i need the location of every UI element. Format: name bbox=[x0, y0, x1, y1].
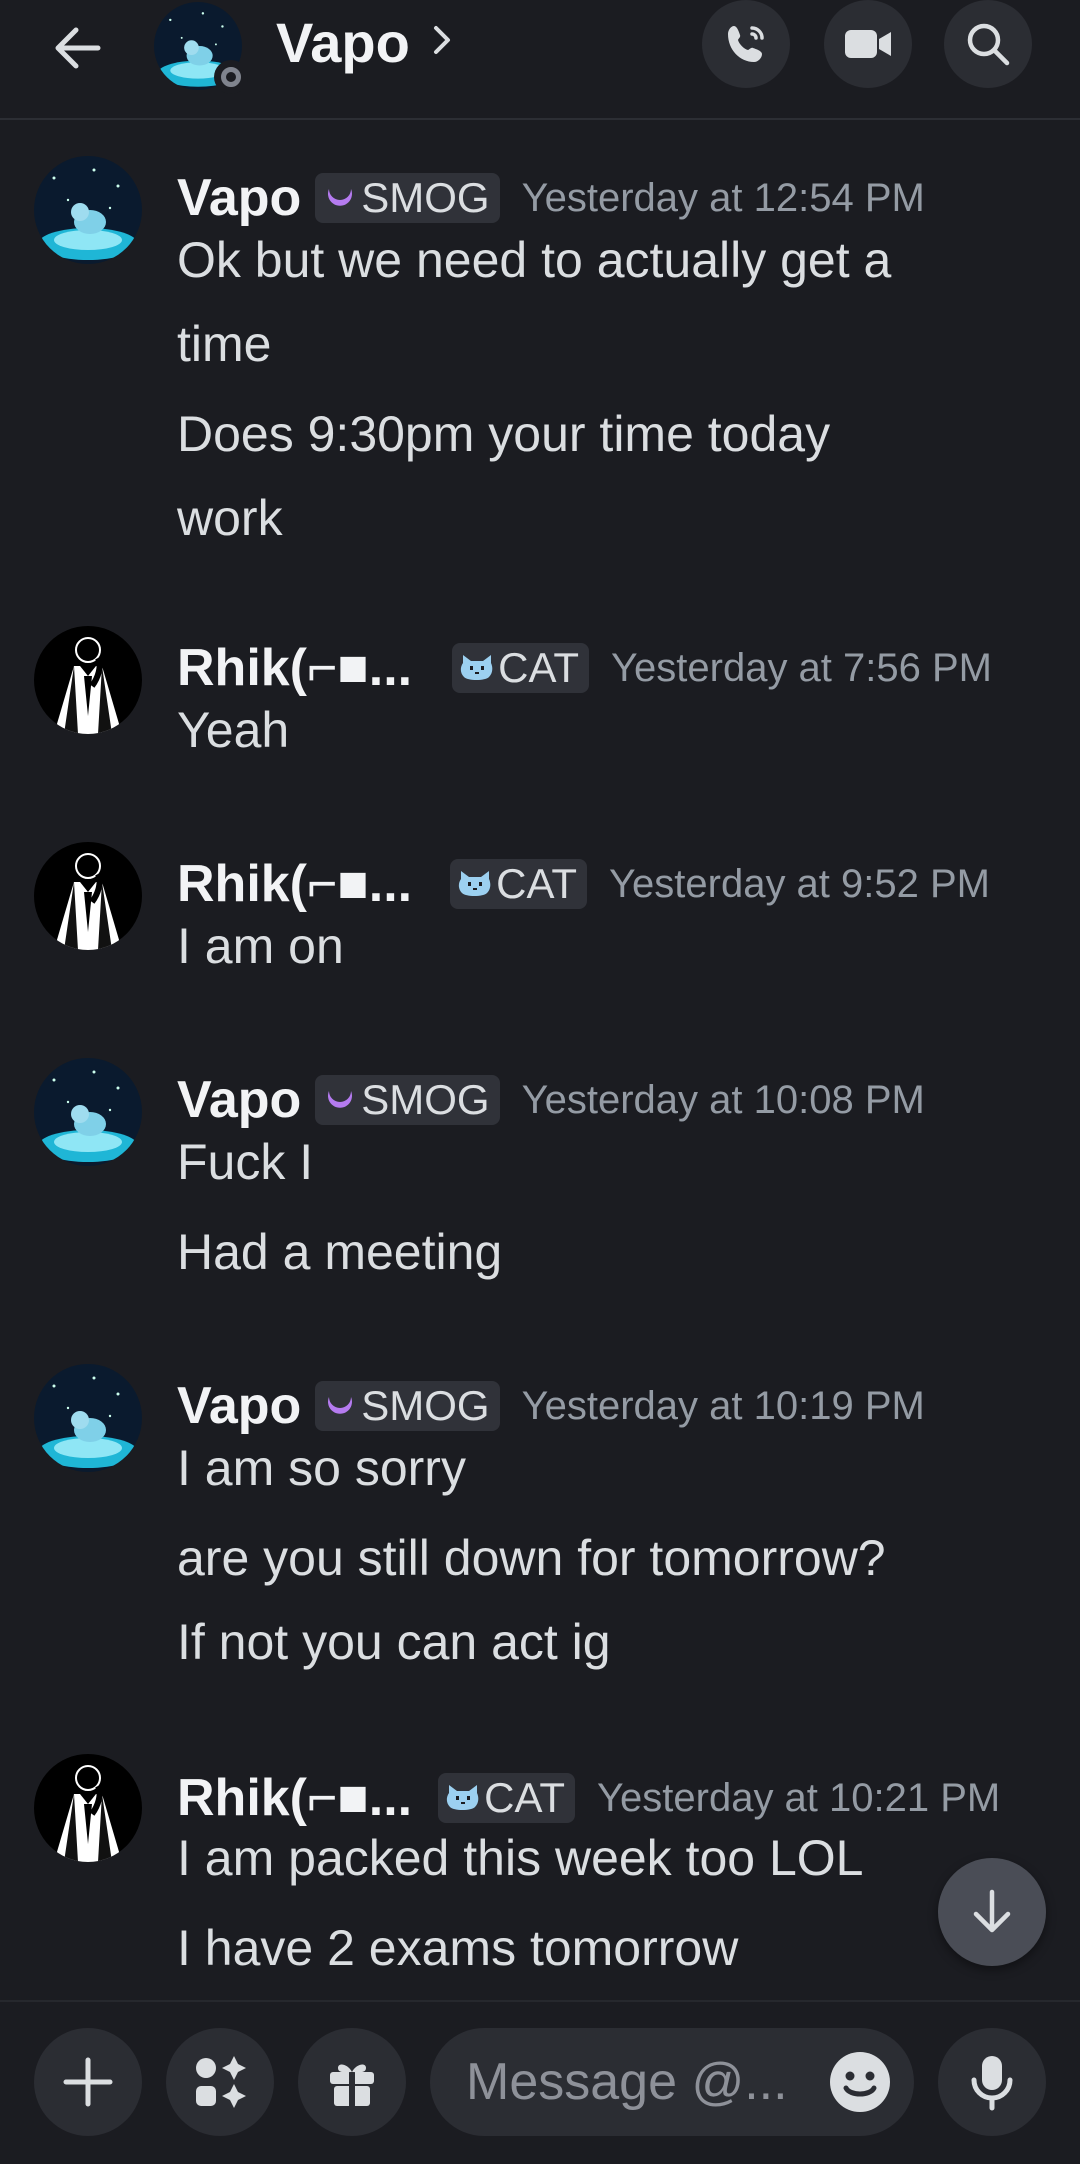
purple-moon-icon bbox=[323, 1389, 357, 1423]
message-text: Ok but we need to actually get a bbox=[177, 232, 892, 288]
video-camera-icon bbox=[845, 30, 891, 58]
apps-sparkle-icon bbox=[196, 2056, 246, 2108]
gift-icon bbox=[330, 2064, 374, 2106]
suit-avatar-image bbox=[34, 1754, 142, 1862]
search-button[interactable] bbox=[944, 0, 1032, 88]
chevron-right-icon[interactable] bbox=[430, 20, 454, 60]
user-avatar[interactable] bbox=[34, 626, 142, 734]
offline-status-icon bbox=[214, 60, 248, 94]
cat-icon bbox=[446, 1783, 480, 1813]
back-button[interactable] bbox=[46, 16, 110, 80]
cat-icon bbox=[460, 653, 494, 683]
user-avatar[interactable] bbox=[34, 1364, 142, 1472]
message-text: Does 9:30pm your time today bbox=[177, 406, 831, 462]
gift-button[interactable] bbox=[298, 2028, 406, 2136]
vapo-avatar-image bbox=[34, 156, 142, 264]
timestamp: Yesterday at 12:54 PM bbox=[521, 175, 925, 220]
server-tag[interactable]: SMOG bbox=[315, 1381, 500, 1431]
message-text: I am packed this week too LOL bbox=[177, 1830, 864, 1886]
tag-label: CAT bbox=[496, 860, 578, 907]
message-text: Fuck I bbox=[177, 1134, 314, 1190]
user-avatar[interactable] bbox=[34, 842, 142, 950]
timestamp: Yesterday at 10:19 PM bbox=[521, 1383, 925, 1428]
tag-label: SMOG bbox=[361, 1076, 490, 1123]
dm-title[interactable]: Vapo bbox=[276, 8, 410, 78]
timestamp: Yesterday at 9:52 PM bbox=[609, 861, 990, 906]
arrow-left-icon bbox=[55, 27, 101, 69]
microphone-icon bbox=[971, 2056, 1013, 2111]
purple-moon-icon bbox=[323, 181, 357, 215]
user-avatar[interactable] bbox=[34, 156, 142, 264]
message-placeholder: Message @... bbox=[466, 2053, 788, 2111]
emoji-icon[interactable] bbox=[828, 2050, 892, 2114]
vapo-avatar-image bbox=[34, 1058, 142, 1166]
arrow-down-icon bbox=[973, 1889, 1011, 1933]
attach-button[interactable] bbox=[34, 2028, 142, 2136]
cat-icon bbox=[458, 869, 492, 899]
user-avatar[interactable] bbox=[34, 1058, 142, 1166]
voice-call-button[interactable] bbox=[702, 0, 790, 88]
jump-to-bottom-button[interactable] bbox=[938, 1858, 1046, 1966]
search-icon bbox=[967, 23, 1010, 66]
message-text: I am so sorry bbox=[177, 1440, 466, 1496]
server-tag[interactable]: CAT bbox=[452, 643, 590, 693]
vapo-avatar-image bbox=[34, 1364, 142, 1472]
message-text: I am on bbox=[177, 918, 344, 974]
message-input[interactable]: Message @... bbox=[430, 2028, 914, 2136]
phone-icon bbox=[728, 26, 764, 62]
message-composer: Message @... bbox=[0, 2000, 1080, 2164]
message-list[interactable]: Vapo SMOG Yesterday at 12:54 PM Ok but w… bbox=[0, 122, 1080, 2000]
apps-button[interactable] bbox=[166, 2028, 274, 2136]
video-call-button[interactable] bbox=[824, 0, 912, 88]
voice-message-button[interactable] bbox=[938, 2028, 1046, 2136]
server-tag[interactable]: CAT bbox=[450, 859, 588, 909]
message-text: I have 2 exams tomorrow bbox=[177, 1920, 739, 1976]
suit-avatar-image bbox=[34, 626, 142, 734]
message-text: time bbox=[177, 316, 272, 372]
server-tag[interactable]: SMOG bbox=[315, 1075, 500, 1125]
timestamp: Yesterday at 10:21 PM bbox=[597, 1775, 1001, 1820]
tag-label: CAT bbox=[484, 1774, 566, 1821]
server-tag[interactable]: SMOG bbox=[315, 173, 500, 223]
dm-avatar[interactable] bbox=[154, 2, 248, 94]
timestamp: Yesterday at 7:56 PM bbox=[611, 645, 992, 690]
message-text: Had a meeting bbox=[177, 1224, 503, 1280]
purple-moon-icon bbox=[323, 1083, 357, 1117]
timestamp: Yesterday at 10:08 PM bbox=[521, 1077, 925, 1122]
chat-header: Vapo bbox=[0, 0, 1080, 120]
tag-label: CAT bbox=[498, 644, 580, 691]
message-text: work bbox=[177, 490, 283, 546]
message-text: are you still down for tomorrow? bbox=[177, 1530, 886, 1586]
plus-icon bbox=[63, 2057, 113, 2107]
message-text: If not you can act ig bbox=[177, 1614, 611, 1670]
tag-label: SMOG bbox=[361, 1382, 490, 1429]
tag-label: SMOG bbox=[361, 174, 490, 221]
suit-avatar-image bbox=[34, 842, 142, 950]
message-text: Yeah bbox=[177, 702, 290, 758]
user-avatar[interactable] bbox=[34, 1754, 142, 1862]
